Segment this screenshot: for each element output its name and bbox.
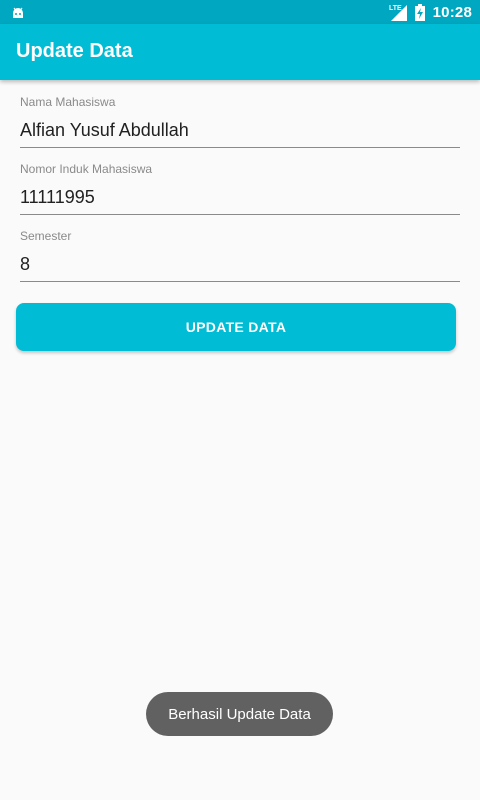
semester-underline bbox=[20, 281, 460, 282]
nama-mahasiswa-label: Nama Mahasiswa bbox=[20, 95, 116, 109]
status-right: LTE 10:28 bbox=[389, 0, 472, 24]
app-bar: Update Data bbox=[0, 24, 480, 80]
status-time: 10:28 bbox=[432, 3, 472, 21]
nim-field[interactable]: Nomor Induk Mahasiswa 11111995 bbox=[20, 162, 460, 215]
nim-input[interactable]: 11111995 bbox=[20, 186, 460, 208]
page-title: Update Data bbox=[16, 40, 133, 62]
nim-underline bbox=[20, 214, 460, 215]
nama-mahasiswa-underline bbox=[20, 147, 460, 148]
semester-input[interactable]: 8 bbox=[20, 253, 460, 275]
network-label: LTE bbox=[389, 5, 402, 12]
semester-label: Semester bbox=[20, 229, 72, 243]
update-data-button[interactable]: UPDATE DATA bbox=[16, 303, 456, 351]
toast-message: Berhasil Update Data bbox=[146, 692, 333, 736]
nim-label: Nomor Induk Mahasiswa bbox=[20, 162, 153, 176]
semester-field[interactable]: Semester 8 bbox=[20, 229, 460, 282]
nama-mahasiswa-input[interactable]: Alfian Yusuf Abdullah bbox=[20, 119, 460, 141]
signal-icon: LTE bbox=[389, 5, 407, 21]
status-bar: LTE 10:28 bbox=[0, 0, 480, 24]
android-icon bbox=[13, 7, 23, 18]
nama-mahasiswa-field[interactable]: Nama Mahasiswa Alfian Yusuf Abdullah bbox=[20, 95, 460, 148]
battery-charging-icon bbox=[414, 3, 425, 21]
